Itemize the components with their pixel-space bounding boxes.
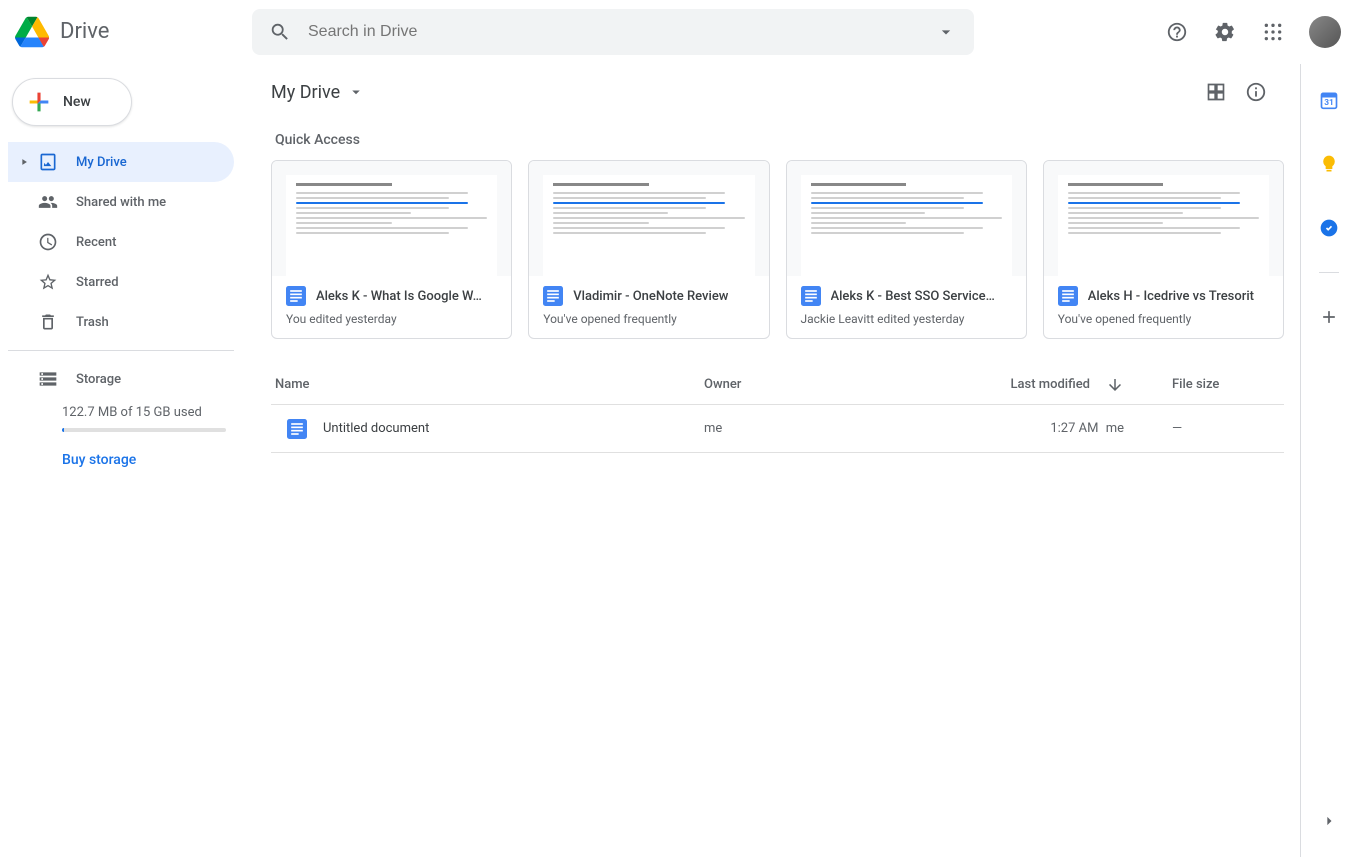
col-owner[interactable]: Owner <box>704 377 904 392</box>
side-panel: 31 <box>1301 64 1357 857</box>
search-bar[interactable] <box>252 9 974 55</box>
trash-icon <box>36 310 60 334</box>
sidebar-item-label: Recent <box>76 235 116 250</box>
help-icon[interactable] <box>1157 12 1197 52</box>
card-title: Vladimir - OneNote Review <box>573 289 728 304</box>
my-drive-icon <box>36 150 60 174</box>
breadcrumb-dropdown-icon[interactable] <box>346 82 366 102</box>
chevron-right-icon[interactable] <box>18 157 30 167</box>
sidebar-item-label: Trash <box>76 315 109 330</box>
docs-icon <box>287 419 307 439</box>
quick-access-row: Aleks K - What Is Google W… You edited ye… <box>271 160 1284 339</box>
storage-section: 122.7 MB of 15 GB used Buy storage <box>8 399 250 468</box>
quick-access-title: Quick Access <box>271 120 1284 160</box>
card-subtitle: You've opened frequently <box>1058 312 1269 326</box>
card-subtitle: You've opened frequently <box>543 312 754 326</box>
col-modified[interactable]: Last modified <box>904 376 1124 394</box>
clock-icon <box>36 230 60 254</box>
drive-logo-icon <box>12 12 52 52</box>
sidebar-item-label: My Drive <box>76 155 127 170</box>
sidebar-item-label: Storage <box>76 372 121 387</box>
docs-icon <box>286 286 306 306</box>
table-row[interactable]: Untitled document me1:27 AM me— <box>271 405 1284 453</box>
card-subtitle: Jackie Leavitt edited yesterday <box>801 312 1012 326</box>
main-area: My Drive Quick Access Aleks K - What Is … <box>250 64 1301 857</box>
card-thumbnail <box>272 161 511 276</box>
storage-progress <box>62 428 226 432</box>
apps-icon[interactable] <box>1253 12 1293 52</box>
sidebar-item-recent[interactable]: Recent <box>8 222 234 262</box>
sidebar: New My Drive Shared with me Recent <box>0 64 250 857</box>
collapse-panel-icon[interactable] <box>1309 801 1349 841</box>
breadcrumb-title: My Drive <box>271 82 340 103</box>
divider <box>1319 272 1339 273</box>
shared-icon <box>36 190 60 214</box>
table-body: Untitled document me1:27 AM me— <box>271 405 1284 453</box>
sidebar-item-starred[interactable]: Starred <box>8 262 234 302</box>
main-header: My Drive <box>251 64 1300 120</box>
sidebar-item-my-drive[interactable]: My Drive <box>8 142 234 182</box>
card-title: Aleks K - Best SSO Service… <box>831 289 995 304</box>
app-header: Drive <box>0 0 1357 64</box>
sidebar-item-label: Starred <box>76 275 119 290</box>
search-options-icon[interactable] <box>926 12 966 52</box>
header-actions <box>1157 12 1341 52</box>
add-icon[interactable] <box>1309 297 1349 337</box>
card-thumbnail <box>529 161 768 276</box>
card-thumbnail <box>787 161 1026 276</box>
card-subtitle: You edited yesterday <box>286 312 497 326</box>
file-owner: me <box>704 421 904 436</box>
plus-icon <box>25 88 53 116</box>
divider <box>8 350 234 351</box>
sidebar-item-storage[interactable]: Storage <box>8 359 234 399</box>
settings-icon[interactable] <box>1205 12 1245 52</box>
account-avatar[interactable] <box>1309 16 1341 48</box>
breadcrumb[interactable]: My Drive <box>271 82 366 103</box>
storage-icon <box>36 367 60 391</box>
quick-access-card[interactable]: Aleks K - What Is Google W… You edited ye… <box>271 160 512 339</box>
new-button-label: New <box>63 94 91 110</box>
file-size: — <box>1124 421 1284 436</box>
docs-icon <box>1058 286 1078 306</box>
table-header: Name Owner Last modified File size <box>271 365 1284 405</box>
file-modified: 1:27 AM me <box>904 421 1124 436</box>
quick-access-card[interactable]: Aleks H - Icedrive vs Tresorit You've ope… <box>1043 160 1284 339</box>
col-name[interactable]: Name <box>271 377 704 392</box>
grid-view-icon[interactable] <box>1196 72 1236 112</box>
card-thumbnail <box>1044 161 1283 276</box>
sidebar-item-shared[interactable]: Shared with me <box>8 182 234 222</box>
tasks-icon[interactable] <box>1309 208 1349 248</box>
svg-text:31: 31 <box>1324 98 1334 108</box>
search-icon[interactable] <box>260 12 300 52</box>
card-title: Aleks K - What Is Google W… <box>316 289 482 304</box>
file-name: Untitled document <box>323 421 429 436</box>
quick-access-card[interactable]: Aleks K - Best SSO Service… Jackie Leavit… <box>786 160 1027 339</box>
sidebar-item-trash[interactable]: Trash <box>8 302 234 342</box>
col-size[interactable]: File size <box>1124 377 1284 392</box>
quick-access-card[interactable]: Vladimir - OneNote Review You've opened f… <box>528 160 769 339</box>
card-title: Aleks H - Icedrive vs Tresorit <box>1088 289 1254 304</box>
docs-icon <box>801 286 821 306</box>
logo-area[interactable]: Drive <box>12 12 252 52</box>
keep-icon[interactable] <box>1309 144 1349 184</box>
search-input[interactable] <box>300 23 926 41</box>
buy-storage-link[interactable]: Buy storage <box>34 432 136 468</box>
new-button[interactable]: New <box>12 78 132 126</box>
storage-usage-text: 122.7 MB of 15 GB used <box>34 399 226 420</box>
product-name: Drive <box>60 19 109 44</box>
sidebar-item-label: Shared with me <box>76 195 166 210</box>
calendar-icon[interactable]: 31 <box>1309 80 1349 120</box>
info-icon[interactable] <box>1236 72 1276 112</box>
docs-icon <box>543 286 563 306</box>
sort-arrow-down-icon <box>1106 376 1124 394</box>
star-icon <box>36 270 60 294</box>
